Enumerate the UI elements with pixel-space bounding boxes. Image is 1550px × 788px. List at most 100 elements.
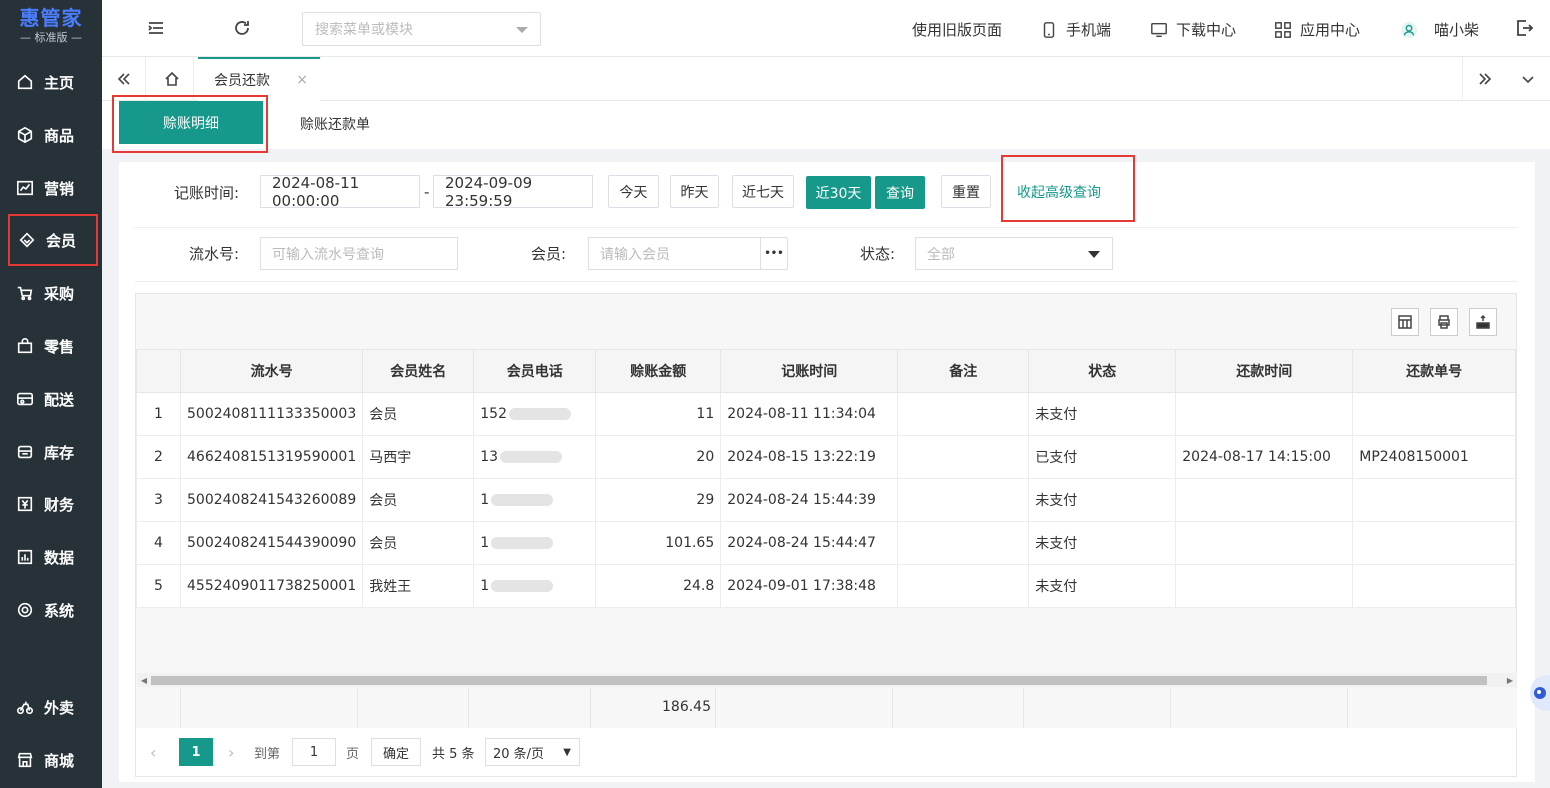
phone-prefix: 1: [480, 535, 490, 551]
scroll-left-arrow-icon[interactable]: ◀: [137, 673, 151, 687]
tab-label: 会员还款: [214, 73, 270, 89]
serial-input[interactable]: 可输入流水号查询: [260, 237, 458, 270]
repay-no-cell: [1352, 478, 1516, 522]
reset-button[interactable]: 重置: [941, 175, 991, 208]
phone-icon: [1043, 21, 1055, 38]
menu-toggle-icon[interactable]: [146, 18, 168, 40]
member-picker-button[interactable]: •••: [760, 237, 788, 270]
amount-cell: 101.65: [595, 521, 722, 565]
sidebar-item-label: 商品: [44, 126, 75, 145]
column-header-repay-no[interactable]: 还款单号: [1352, 349, 1516, 393]
sidebar-item-purchase[interactable]: 采购: [8, 267, 98, 319]
scroll-right-arrow-icon[interactable]: ▶: [1503, 673, 1517, 687]
logout-icon[interactable]: [1514, 18, 1536, 40]
table-row[interactable]: 5 4552409011738250001 我姓王 1 24.8 2024-09…: [136, 564, 1516, 608]
sidebar-item-takeout[interactable]: 外卖: [8, 681, 98, 733]
sidebar-item-system[interactable]: 系统: [8, 584, 98, 636]
sidebar-item-delivery[interactable]: 配送: [8, 373, 98, 425]
last-7-days-button[interactable]: 近七天: [732, 175, 794, 208]
repay-time-cell: [1175, 521, 1354, 565]
close-icon[interactable]: ×: [296, 72, 308, 88]
amount-cell: 20: [595, 435, 722, 479]
cart-icon: [17, 286, 33, 301]
warehouse-icon: [17, 445, 33, 459]
note-cell: [897, 521, 1030, 565]
today-button[interactable]: 今天: [608, 175, 659, 208]
row-index: 5: [136, 564, 181, 608]
sidebar-item-products[interactable]: 商品: [8, 109, 98, 161]
column-header-time[interactable]: 记账时间: [720, 349, 899, 393]
app-center-link[interactable]: 应用中心: [1274, 19, 1360, 40]
tab-credit-repayment[interactable]: 赊账还款单: [300, 114, 370, 134]
status-label: 状态:: [860, 245, 896, 263]
column-header-phone[interactable]: 会员电话: [473, 349, 597, 393]
table-row[interactable]: 1 5002408111133350003 会员 152 11 2024-08-…: [136, 392, 1516, 436]
table-row[interactable]: 3 5002408241543260089 会员 1 29 2024-08-24…: [136, 478, 1516, 522]
yesterday-button[interactable]: 昨天: [670, 175, 719, 208]
next-page-icon[interactable]: ›: [228, 738, 234, 766]
redacted-mask: [508, 408, 571, 420]
column-header-note[interactable]: 备注: [897, 349, 1030, 393]
page-size-select[interactable]: 20 条/页 ▼: [485, 738, 580, 766]
user-avatar-icon: [1400, 21, 1418, 38]
print-icon[interactable]: [1430, 308, 1458, 336]
goto-confirm-button[interactable]: 确定: [371, 738, 421, 766]
member-input[interactable]: 请输入会员: [588, 237, 761, 270]
user-menu[interactable]: 喵小柴: [1400, 19, 1479, 40]
status-cell: 已支付: [1028, 435, 1177, 479]
scrollbar-thumb[interactable]: [151, 676, 1487, 685]
row-index: 4: [136, 521, 181, 565]
sidebar-item-label: 系统: [44, 601, 75, 620]
mobile-link[interactable]: 手机端: [1040, 19, 1111, 40]
bag-icon: [17, 338, 33, 354]
repay-no-cell: MP2408150001: [1352, 435, 1516, 479]
page-1-button[interactable]: 1: [179, 738, 213, 766]
tabs-menu-chevron-down-icon[interactable]: [1506, 57, 1550, 101]
phone-cell: 152: [473, 392, 597, 436]
tab-credit-detail[interactable]: 赊账明细: [119, 101, 263, 144]
column-header-name[interactable]: 会员姓名: [362, 349, 475, 393]
download-center-link[interactable]: 下载中心: [1150, 19, 1236, 40]
column-settings-icon[interactable]: [1391, 308, 1419, 336]
redacted-mask: [491, 580, 554, 592]
column-header-status[interactable]: 状态: [1028, 349, 1177, 393]
menu-search-select[interactable]: 搜索菜单或模块: [302, 12, 541, 46]
time-cell: 2024-08-24 15:44:47: [720, 521, 899, 565]
chevron-down-icon: [516, 27, 528, 33]
table-row[interactable]: 4 5002408241544390090 会员 1 101.65 2024-0…: [136, 521, 1516, 565]
sidebar-item-data[interactable]: 数据: [8, 531, 98, 583]
sidebar-item-mall[interactable]: 商城: [8, 734, 98, 786]
query-button[interactable]: 查询: [875, 176, 925, 209]
sidebar-item-home[interactable]: 主页: [8, 56, 98, 108]
table-row[interactable]: 2 4662408151319590001 马西宇 13 20 2024-08-…: [136, 435, 1516, 479]
sidebar-item-label: 配送: [44, 390, 75, 409]
column-header-amount[interactable]: 赊账金额: [595, 349, 722, 393]
assistant-robot-icon[interactable]: [1526, 672, 1550, 714]
column-header-serial[interactable]: 流水号: [179, 349, 364, 393]
sidebar-item-member[interactable]: 会员: [8, 214, 98, 266]
sidebar-item-marketing[interactable]: 营销: [8, 162, 98, 214]
summary-cell: [469, 688, 591, 728]
redacted-mask: [491, 494, 554, 506]
collapse-advanced-query-link[interactable]: 收起高级查询: [1017, 182, 1101, 202]
horizontal-scrollbar[interactable]: ◀ ▶: [137, 673, 1517, 687]
phone-prefix: 152: [480, 406, 507, 422]
sidebar-item-finance[interactable]: 财务: [8, 478, 98, 530]
old-page-link[interactable]: 使用旧版页面: [912, 19, 1002, 40]
amount-cell: 11: [595, 392, 722, 436]
export-icon[interactable]: [1469, 308, 1497, 336]
status-select[interactable]: 全部: [915, 237, 1113, 270]
column-header-repay-time[interactable]: 还款时间: [1175, 349, 1354, 393]
settings-icon: [17, 602, 33, 618]
last-30-days-button[interactable]: 近30天: [806, 176, 871, 209]
repay-time-cell: 2024-08-17 14:15:00: [1175, 435, 1354, 479]
end-time-input[interactable]: 2024-09-09 23:59:59: [433, 174, 593, 210]
tabs-scroll-right-icon[interactable]: [1462, 57, 1506, 101]
sidebar-item-retail[interactable]: 零售: [8, 320, 98, 372]
goto-page-input[interactable]: 1: [292, 738, 336, 766]
sidebar-item-inventory[interactable]: 库存: [8, 426, 98, 478]
start-time-input[interactable]: 2024-08-11 00:00:00: [260, 174, 420, 210]
refresh-icon[interactable]: [232, 18, 254, 40]
prev-page-icon[interactable]: ‹: [150, 738, 156, 766]
phone-prefix: 13: [480, 449, 499, 465]
